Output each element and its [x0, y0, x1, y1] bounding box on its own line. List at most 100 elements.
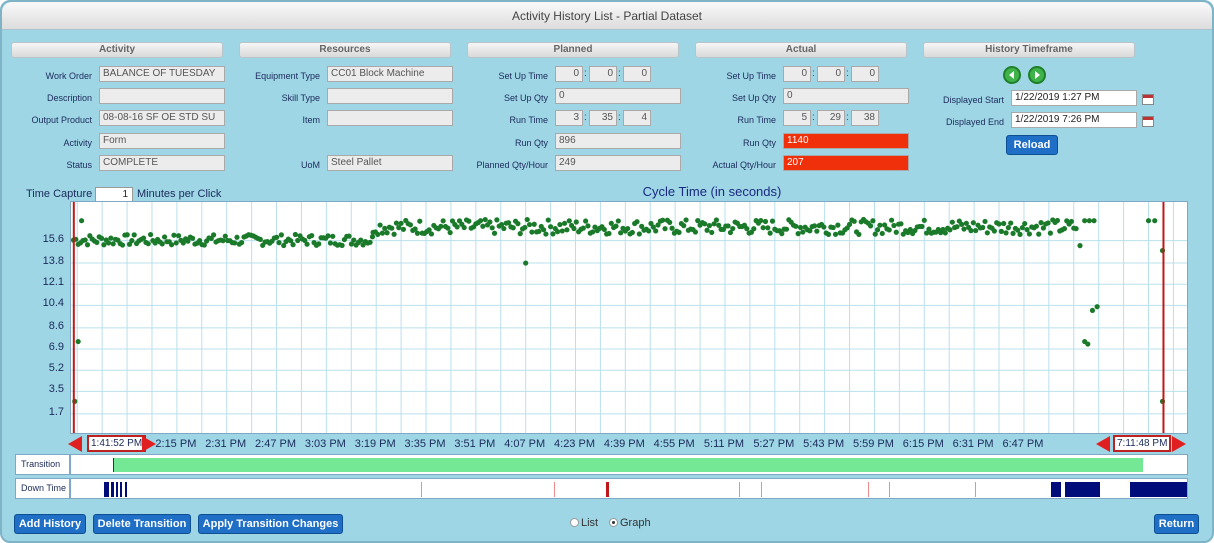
planned-setup-hours[interactable]: 0 [555, 66, 583, 82]
end-cursor-time[interactable]: 7:11:48 PM [1113, 435, 1172, 452]
end-cursor-left-arrow[interactable] [1096, 436, 1110, 452]
displayed-start-field[interactable]: 1/22/2019 1:27 PM [1011, 90, 1137, 106]
list-radio[interactable]: List [570, 517, 598, 529]
y-tick-label: 13.8 [42, 255, 64, 268]
outlier-point [523, 260, 529, 266]
data-point [540, 227, 547, 233]
minor-downtime-mark[interactable] [761, 482, 762, 497]
equipment-type-field[interactable]: CC01 Block Machine [327, 66, 453, 82]
data-point [501, 225, 507, 232]
data-point [559, 228, 565, 234]
radio-icon[interactable] [570, 517, 579, 527]
actual-setup-minutes[interactable]: 0 [817, 66, 845, 82]
data-point [1082, 218, 1088, 224]
work-order-label: Work Order [45, 71, 92, 81]
actual-run-seconds[interactable]: 38 [851, 110, 879, 126]
downtime-block[interactable] [120, 482, 122, 497]
data-point [105, 240, 112, 246]
downtime-block[interactable] [104, 482, 109, 497]
apply-transition-changes-button[interactable]: Apply Transition Changes [198, 514, 343, 534]
data-point [232, 240, 238, 246]
downtime-block[interactable] [1065, 482, 1100, 497]
displayed-end-field[interactable]: 1/22/2019 7:26 PM [1011, 112, 1137, 128]
activity-field[interactable]: Form [99, 133, 225, 149]
downtime-track[interactable] [70, 478, 1188, 499]
data-point [713, 217, 720, 223]
minor-downtime-mark[interactable] [421, 482, 422, 497]
downtime-block[interactable] [1051, 482, 1061, 497]
item-field[interactable] [327, 110, 453, 126]
data-point [744, 226, 750, 232]
data-point [762, 218, 769, 225]
data-point [536, 228, 542, 235]
time-capture-input[interactable]: 1 [95, 187, 133, 202]
activity-header: Activity [11, 42, 223, 58]
data-point [119, 242, 126, 248]
downtime-block[interactable] [125, 482, 127, 497]
reload-button[interactable]: Reload [1006, 135, 1058, 155]
transition-bar[interactable] [113, 458, 1143, 472]
data-point [1005, 225, 1011, 231]
end-cursor-right-arrow[interactable] [1172, 436, 1186, 452]
actual-run-hours[interactable]: 5 [783, 110, 811, 126]
actual-run-minutes[interactable]: 29 [817, 110, 845, 126]
forward-icon[interactable] [1028, 66, 1046, 84]
start-cursor-time[interactable]: 1:41:52 PM [87, 435, 147, 452]
cycle-time-plot[interactable] [70, 201, 1188, 434]
back-icon[interactable] [1003, 66, 1021, 84]
outlier-point [1077, 243, 1083, 249]
actual-setup-seconds[interactable]: 0 [851, 66, 879, 82]
minor-downtime-mark[interactable] [868, 482, 869, 497]
uom-field[interactable]: Steel Pallet [327, 155, 453, 171]
minor-downtime-mark[interactable] [889, 482, 890, 497]
minor-downtime-mark[interactable] [739, 482, 740, 497]
return-button[interactable]: Return [1154, 514, 1199, 534]
downtime-block[interactable] [111, 482, 114, 497]
history-timeframe-header: History Timeframe [923, 42, 1135, 58]
work-order-field[interactable]: BALANCE OF TUESDAY [99, 66, 225, 82]
data-point [417, 218, 423, 224]
data-point [220, 238, 226, 244]
actual-setup-qty-field[interactable]: 0 [783, 88, 909, 104]
output-product-field[interactable]: 08-08-16 SF OE STD SU [99, 110, 225, 126]
calendar-icon[interactable] [1142, 116, 1154, 127]
actual-setup-hours[interactable]: 0 [783, 66, 811, 82]
actual-run-qty-field[interactable]: 1140 [783, 133, 909, 149]
planned-run-seconds[interactable]: 4 [623, 110, 651, 126]
data-point [751, 226, 757, 232]
calendar-icon[interactable] [1142, 94, 1154, 105]
description-field[interactable] [99, 88, 225, 104]
add-history-button[interactable]: Add History [14, 514, 86, 534]
planned-setup-qty-field[interactable]: 0 [555, 88, 681, 104]
start-cursor-right-arrow[interactable] [142, 436, 156, 452]
data-point [758, 217, 764, 224]
radio-selected-icon[interactable] [609, 517, 618, 527]
skill-type-field[interactable] [327, 88, 453, 104]
graph-radio[interactable]: Graph [609, 517, 651, 529]
delete-transition-button[interactable]: Delete Transition [93, 514, 191, 534]
downtime-block[interactable] [1130, 482, 1188, 497]
planned-run-hours[interactable]: 3 [555, 110, 583, 126]
data-point [489, 225, 495, 231]
data-point [1038, 220, 1044, 226]
data-point [618, 230, 624, 236]
planned-setup-minutes[interactable]: 0 [589, 66, 617, 82]
status-field[interactable]: COMPLETE [99, 155, 225, 171]
planned-run-qty-field[interactable]: 896 [555, 133, 681, 149]
data-point [515, 221, 521, 227]
actual-qty-hour-field[interactable]: 207 [783, 155, 909, 171]
data-point [795, 231, 801, 237]
data-point [1036, 231, 1042, 237]
planned-setup-seconds[interactable]: 0 [623, 66, 651, 82]
start-cursor-left-arrow[interactable] [68, 436, 82, 452]
downtime-block[interactable] [116, 482, 118, 497]
planned-run-minutes[interactable]: 35 [589, 110, 617, 126]
data-point [767, 230, 773, 236]
minor-downtime-mark[interactable] [975, 482, 976, 497]
data-point [573, 219, 579, 225]
planned-qty-hour-field[interactable]: 249 [555, 155, 681, 171]
downtime-block[interactable] [606, 482, 609, 497]
transition-track[interactable] [70, 454, 1188, 475]
minor-downtime-mark[interactable] [554, 482, 555, 497]
data-point [800, 229, 806, 235]
